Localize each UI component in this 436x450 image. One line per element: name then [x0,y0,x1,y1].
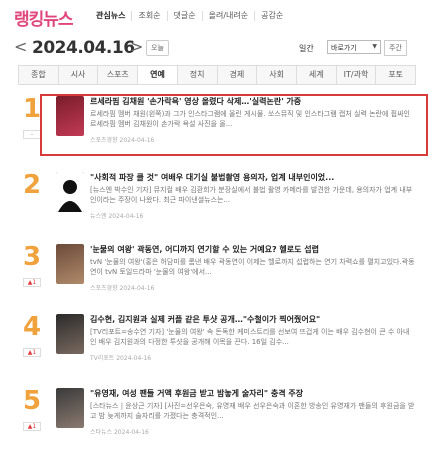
tab-category[interactable]: 사회 [256,66,296,84]
thumbnail-image[interactable] [56,314,84,354]
rank-change-badge: ▲1 [23,422,41,431]
tab-category[interactable]: 스포츠 [97,66,137,84]
article-summary: [TV리포트=송수연 기자] '눈물의 여왕' 속 돈독한 케미스트리를 선보여… [90,328,410,346]
thumbnail-image[interactable] [56,244,84,284]
chevron-down-icon: ▼ [372,43,377,50]
tab-category[interactable]: 정치 [176,66,217,84]
article-title[interactable]: "사회적 파장 클 것" 여배우 대기실 불법촬영 용의자, 업계 내부인이었.… [90,172,415,183]
tab-category[interactable]: 세계 [295,66,336,84]
article-source-date: 스타뉴스 2024-04-16 [90,429,149,436]
tab-category[interactable]: 연예 [137,66,177,84]
top-bar: 랭킹뉴스 관심뉴스 조회순 댓글순 올려/내려순 공감순 [0,0,436,30]
rank-change-badge: ▲1 [23,348,41,357]
period-select[interactable]: 바로가기 ▼ [327,40,381,54]
rank-number: 2 [22,170,42,200]
current-date: 2024.04.16 [32,38,135,58]
article-title[interactable]: '눈물의 여왕' 곽동연, 어디까지 연기할 수 있는 거예요? 헬로도 섭렵 [90,244,415,255]
sort-tab-empathy[interactable]: 공감순 [254,11,289,21]
date-navigation: < 2024.04.16 > 오늘 일간 바로가기 ▼ 주간 [0,36,436,62]
category-tabs: 종합 시사 스포츠 연예 정치 경제 사회 세계 IT/과학 포토 [18,65,416,85]
rank-number: 3 [22,242,42,272]
list-item[interactable]: 3 ▲1 '눈물의 여왕' 곽동연, 어디까지 연기할 수 있는 거예요? 헬로도 … [18,240,418,302]
today-button[interactable]: 오늘 [146,40,169,56]
article-source-date: 뉴스엔 2024-04-16 [90,213,144,220]
weekly-button[interactable]: 주간 [384,40,407,56]
period-select-value: 바로가기 [331,44,357,52]
article-source-date: TV리포트 2024-04-16 [90,355,152,362]
rank-change-badge: - [23,130,41,139]
brand-title[interactable]: 랭킹뉴스 [14,5,74,30]
article-source-date: 스포츠경향 2024-04-16 [90,285,155,292]
sort-tabs: 관심뉴스 조회순 댓글순 올려/내려순 공감순 [96,11,289,21]
tab-category[interactable]: IT/과학 [335,66,376,84]
period-label: 일간 [299,44,314,53]
tab-category[interactable]: 포토 [375,66,415,84]
rank-change-badge: ▲1 [23,278,41,287]
article-title[interactable]: "유영재, 여성 팬들 거액 후원금 받고 밤놓게 술자리" 충격 주장 [90,388,415,399]
rank-number: 1 [22,94,42,124]
tab-category[interactable]: 종합 [19,66,58,84]
list-item[interactable]: 4 ▲1 김수현, 김지원과 실제 커플 같은 투샷 공개…"수철이가 찍어줬어요"… [18,310,418,372]
thumbnail-image[interactable] [56,172,84,212]
article-summary: [스타뉴스 | 윤상근 기자] [사진=선우은숙, 유영재 배우 선우은숙과 이… [90,402,415,420]
list-item[interactable]: 2 "사회적 파장 클 것" 여배우 대기실 불법촬영 용의자, 업계 내부인이었… [18,168,418,230]
sort-tab-updown[interactable]: 올려/내려순 [201,11,255,21]
sort-tab-comments[interactable]: 댓글순 [166,11,202,21]
tab-category[interactable]: 시사 [57,66,98,84]
list-item[interactable]: 5 ▲1 "유영재, 여성 팬들 거액 후원금 받고 밤놓게 술자리" 충격 주장 [… [18,384,418,446]
next-date-arrow-icon[interactable]: > [130,37,143,56]
article-summary: [뉴스엔 박수인 기자] 뮤지컬 배우 김환희가 분장실에서 불법 촬영 카메라… [90,186,413,204]
rank-number: 5 [22,386,42,416]
tab-category[interactable]: 경제 [216,66,257,84]
highlight-box [40,94,428,156]
article-summary: tvN '눈물의 여왕'(홍은 허담미를 롬낸 배우 곽동연이 이제는 헬로까지… [90,258,415,276]
sort-tab-interest[interactable]: 관심뉴스 [96,11,131,21]
sort-tab-views[interactable]: 조회순 [131,11,166,21]
thumbnail-image[interactable] [56,388,84,428]
previous-date-arrow-icon[interactable]: < [14,37,27,56]
article-title[interactable]: 김수현, 김지원과 실제 커플 같은 투샷 공개…"수철이가 찍어줬어요" [90,314,415,325]
rank-number: 4 [22,312,42,342]
